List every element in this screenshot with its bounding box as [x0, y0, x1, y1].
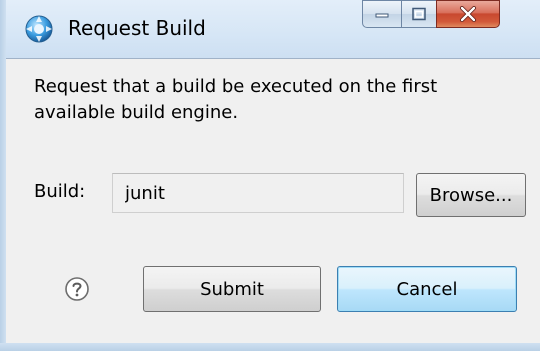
cancel-button[interactable]: Cancel	[337, 266, 517, 312]
build-globe-icon	[25, 15, 53, 43]
submit-button[interactable]: Submit	[143, 266, 321, 312]
browse-button[interactable]: Browse...	[416, 173, 526, 217]
dialog-description: Request that a build be executed on the …	[34, 76, 438, 123]
build-input[interactable]	[112, 173, 404, 213]
help-icon[interactable]	[64, 276, 90, 302]
caption-buttons	[362, 0, 522, 30]
close-button[interactable]	[436, 0, 500, 28]
minimize-icon	[375, 13, 389, 18]
close-icon	[460, 6, 476, 22]
window-frame-left	[0, 0, 6, 351]
maximize-icon	[412, 7, 426, 21]
window-title: Request Build	[68, 16, 206, 40]
title-bar[interactable]: Request Build	[0, 0, 540, 58]
maximize-button[interactable]	[401, 0, 437, 28]
minimize-button[interactable]	[362, 0, 402, 28]
request-build-dialog: Request Build Request that a build be ex…	[0, 0, 540, 351]
build-label: Build:	[34, 181, 86, 202]
window-frame-bottom	[0, 343, 540, 351]
